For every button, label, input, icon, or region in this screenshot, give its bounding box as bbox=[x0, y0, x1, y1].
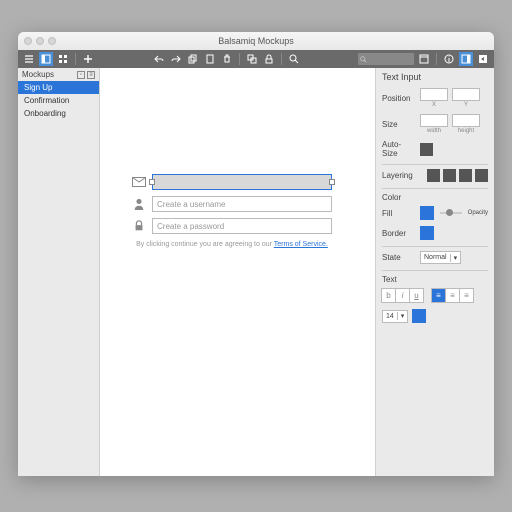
text-label: Text bbox=[382, 275, 488, 284]
undo-icon[interactable] bbox=[152, 52, 166, 66]
italic-button[interactable]: i bbox=[395, 288, 410, 303]
password-field[interactable]: Create a password bbox=[152, 218, 332, 234]
info-icon[interactable] bbox=[442, 52, 456, 66]
user-icon bbox=[132, 197, 146, 211]
send-back-button[interactable] bbox=[475, 169, 488, 182]
inspector-icon[interactable] bbox=[459, 52, 473, 66]
properties-panel: Text Input Position X Y Size width heigh… bbox=[376, 68, 494, 476]
border-label: Border bbox=[382, 229, 416, 238]
lock-icon[interactable] bbox=[262, 52, 276, 66]
username-field[interactable]: Create a username bbox=[152, 196, 332, 212]
terms-link[interactable]: Terms of Service. bbox=[274, 241, 328, 248]
bold-button[interactable]: b bbox=[381, 288, 396, 303]
autosize-label: Auto-Size bbox=[382, 140, 416, 158]
sidebar-item-onboarding[interactable]: Onboarding bbox=[18, 107, 99, 120]
library-icon[interactable] bbox=[417, 52, 431, 66]
envelope-icon bbox=[132, 175, 146, 189]
copy-icon[interactable] bbox=[186, 52, 200, 66]
mockup: Create a username Create a password By c… bbox=[132, 174, 332, 249]
border-swatch[interactable] bbox=[420, 226, 434, 240]
align-center-button[interactable]: ≡ bbox=[445, 288, 460, 303]
app-window: Balsamiq Mockups Mockups ▫ bbox=[18, 32, 494, 476]
titlebar: Balsamiq Mockups bbox=[18, 32, 494, 50]
layering-label: Layering bbox=[382, 171, 416, 180]
trash-icon[interactable] bbox=[220, 52, 234, 66]
fontsize-select[interactable]: 14▾ bbox=[382, 310, 408, 323]
resize-handle-left[interactable] bbox=[149, 179, 155, 185]
text-color-swatch[interactable] bbox=[412, 309, 426, 323]
align-right-button[interactable]: ≡ bbox=[459, 288, 474, 303]
sidebar-expand-icon[interactable]: ▫ bbox=[77, 71, 85, 79]
email-field[interactable] bbox=[152, 174, 332, 190]
fill-label: Fill bbox=[382, 209, 416, 218]
canvas[interactable]: Create a username Create a password By c… bbox=[100, 68, 376, 476]
redo-icon[interactable] bbox=[169, 52, 183, 66]
bring-front-button[interactable] bbox=[427, 169, 440, 182]
color-label: Color bbox=[382, 193, 488, 202]
fullscreen-icon[interactable] bbox=[476, 52, 490, 66]
sidebar-header: Mockups ▫ ≡ bbox=[18, 68, 99, 81]
terms-text: By clicking continue you are agreeing to… bbox=[132, 240, 332, 249]
plus-icon[interactable] bbox=[81, 52, 95, 66]
position-x-input[interactable] bbox=[420, 88, 448, 101]
sidebar-item-confirmation[interactable]: Confirmation bbox=[18, 94, 99, 107]
quick-add-input[interactable] bbox=[358, 53, 414, 65]
props-title: Text Input bbox=[382, 72, 488, 82]
hamburger-icon[interactable] bbox=[22, 52, 36, 66]
sidebar: Mockups ▫ ≡ Sign Up Confirmation Onboard… bbox=[18, 68, 100, 476]
grid-icon[interactable] bbox=[56, 52, 70, 66]
autosize-button[interactable] bbox=[420, 143, 433, 156]
underline-button[interactable]: u bbox=[409, 288, 424, 303]
height-input[interactable] bbox=[452, 114, 480, 127]
position-y-input[interactable] bbox=[452, 88, 480, 101]
zoom-icon[interactable] bbox=[287, 52, 301, 66]
align-left-button[interactable]: ≡ bbox=[431, 288, 446, 303]
fill-swatch[interactable] bbox=[420, 206, 434, 220]
send-backward-button[interactable] bbox=[459, 169, 472, 182]
bring-forward-button[interactable] bbox=[443, 169, 456, 182]
lock-field-icon bbox=[132, 219, 146, 233]
opacity-slider[interactable] bbox=[440, 212, 462, 214]
opacity-label: Opacity bbox=[468, 210, 488, 216]
group-icon[interactable] bbox=[245, 52, 259, 66]
position-label: Position bbox=[382, 94, 416, 103]
sidebar-title: Mockups bbox=[22, 70, 54, 79]
sidebar-item-signup[interactable]: Sign Up bbox=[18, 81, 99, 94]
toolbar bbox=[18, 50, 494, 68]
paste-icon[interactable] bbox=[203, 52, 217, 66]
size-label: Size bbox=[382, 120, 416, 129]
state-select[interactable]: Normal▾ bbox=[420, 251, 461, 264]
panel-left-icon[interactable] bbox=[39, 52, 53, 66]
resize-handle-right[interactable] bbox=[329, 179, 335, 185]
window-title: Balsamiq Mockups bbox=[18, 36, 494, 46]
width-input[interactable] bbox=[420, 114, 448, 127]
state-label: State bbox=[382, 253, 416, 262]
sidebar-list-icon[interactable]: ≡ bbox=[87, 71, 95, 79]
